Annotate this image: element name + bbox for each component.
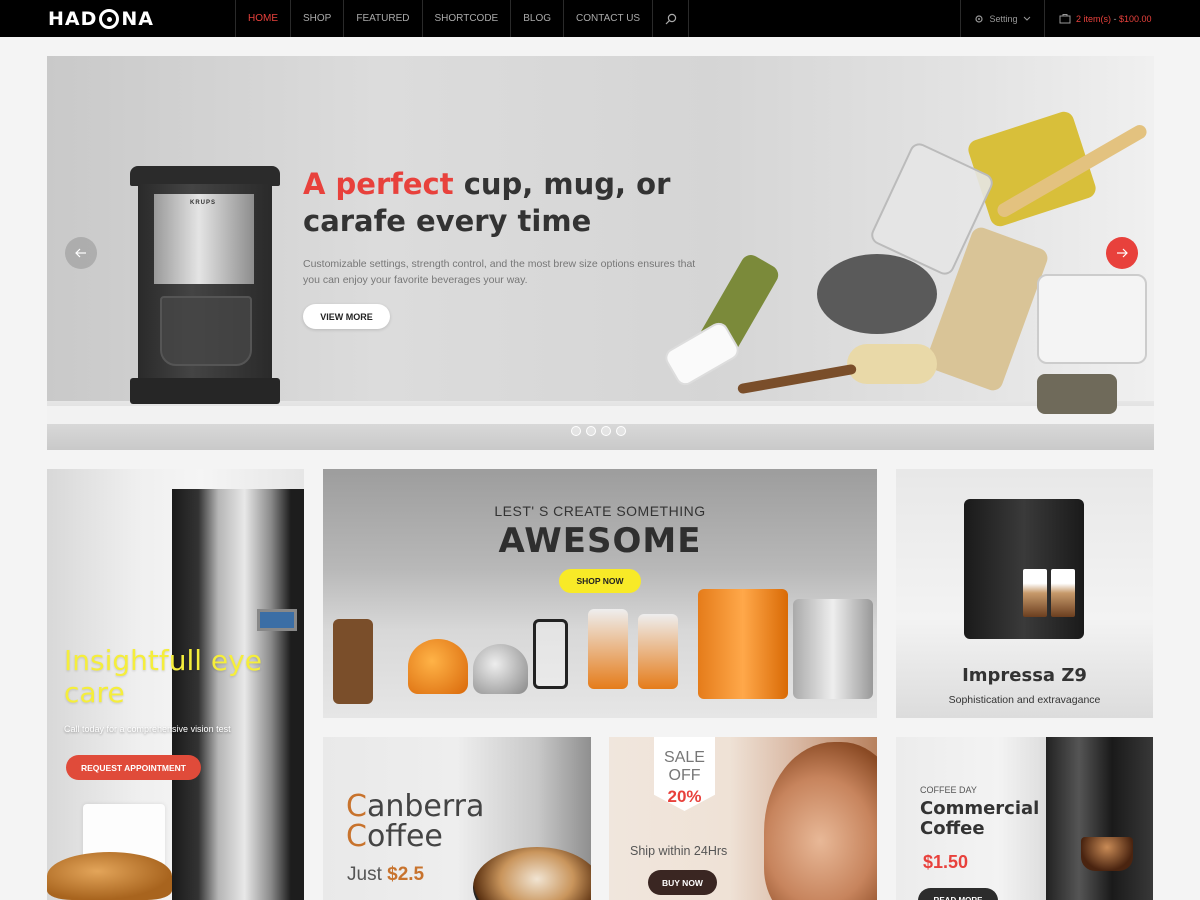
coffee-maker-image: KRUPS bbox=[130, 166, 280, 406]
kettle-image bbox=[473, 644, 528, 694]
product-brand: KRUPS bbox=[190, 200, 217, 206]
french-press-image bbox=[533, 619, 568, 689]
search-icon[interactable] bbox=[653, 0, 690, 37]
read-more-button[interactable]: READ MORE bbox=[918, 888, 998, 900]
shipping-note: Ship within 24Hrs bbox=[630, 844, 728, 858]
slider-dot[interactable] bbox=[571, 426, 581, 436]
hero-title-highlight: A perfect bbox=[303, 167, 454, 201]
banner-impressa[interactable]: Impressa Z9 Sophistication and extravaga… bbox=[896, 469, 1153, 718]
chevron-down-icon bbox=[1023, 16, 1030, 21]
cart-separator: - bbox=[1111, 13, 1120, 24]
banner-eye-care[interactable]: Insightfull eye care Call today for a co… bbox=[47, 469, 304, 900]
kitchen-items-image bbox=[657, 84, 1154, 414]
grinder-image bbox=[638, 614, 678, 689]
nav-item-shop[interactable]: SHOP bbox=[291, 0, 345, 37]
arrow-right-icon bbox=[1117, 248, 1128, 258]
arrow-left-icon bbox=[75, 248, 86, 258]
hero-title: A perfect cup, mug, or carafe every time bbox=[303, 166, 723, 240]
request-appointment-button[interactable]: REQUEST APPOINTMENT bbox=[66, 755, 201, 780]
main-nav: HOME SHOP FEATURED SHORTCODE BLOG CONTAC… bbox=[235, 0, 690, 37]
banner-title: Impressa Z9 bbox=[962, 665, 1087, 686]
banner-subtitle: Sophistication and extravagance bbox=[948, 694, 1101, 706]
cart-summary[interactable]: 2 item(s) - $100.00 bbox=[1046, 0, 1200, 37]
banner-title: AWESOME bbox=[498, 521, 702, 561]
banner-title-initial: C bbox=[346, 819, 367, 854]
banner-canberra-coffee[interactable]: Canberra Coffee Just $2.5 bbox=[323, 737, 591, 900]
croissant-image bbox=[47, 852, 172, 900]
banner-kicker: COFFEE DAY bbox=[920, 785, 977, 795]
shop-now-button[interactable]: SHOP NOW bbox=[559, 569, 641, 593]
kettle-image bbox=[408, 639, 468, 694]
buy-now-button[interactable]: BUY NOW bbox=[648, 870, 717, 895]
banner-kicker: LEST' S CREATE SOMETHING bbox=[494, 503, 706, 519]
espresso-machine-image bbox=[793, 599, 873, 699]
slider-dot[interactable] bbox=[586, 426, 596, 436]
banner-title-line-2: Coffee bbox=[346, 819, 443, 854]
cart-icon bbox=[1059, 14, 1071, 24]
banner-awesome[interactable]: LEST' S CREATE SOMETHING AWESOME SHOP NO… bbox=[323, 469, 877, 718]
espresso-machine-image bbox=[698, 589, 788, 699]
discount-percent: 20% bbox=[667, 787, 702, 806]
banner-title-rest: offee bbox=[366, 819, 443, 854]
sale-label: SALE bbox=[664, 749, 705, 766]
view-more-button[interactable]: VIEW MORE bbox=[303, 304, 390, 329]
nav-item-contact[interactable]: CONTACT US bbox=[564, 0, 654, 37]
cart-count: 2 item(s) bbox=[1076, 13, 1112, 24]
banner-commercial-coffee[interactable]: COFFEE DAY Commercial Coffee $1.50 READ … bbox=[896, 737, 1153, 900]
hero-description: Customizable settings, strength control,… bbox=[303, 258, 696, 286]
gear-icon bbox=[975, 14, 984, 23]
grinder-image bbox=[588, 609, 628, 689]
banner-subtitle: Call today for a comprehensive vision te… bbox=[64, 724, 231, 734]
price-value: $2.5 bbox=[387, 864, 425, 885]
banner-title: Insightfull eye care bbox=[64, 644, 262, 709]
slider-prev-button[interactable] bbox=[65, 237, 97, 269]
banner-sale[interactable]: SALE OFF 20% Ship within 24Hrs BUY NOW bbox=[609, 737, 877, 900]
logo[interactable]: HAD NA bbox=[48, 8, 154, 30]
slider-next-button[interactable] bbox=[1106, 237, 1138, 269]
nav-item-home[interactable]: HOME bbox=[236, 0, 291, 37]
woman-drinking-image bbox=[764, 742, 877, 900]
banner-price: Just $2.5 bbox=[347, 864, 424, 886]
latte-cup-image bbox=[473, 847, 591, 900]
nav-item-featured[interactable]: FEATURED bbox=[344, 0, 423, 37]
slider-dots bbox=[571, 426, 626, 436]
slider-dot[interactable] bbox=[601, 426, 611, 436]
banner-title: Commercial Coffee bbox=[920, 798, 1040, 839]
banner-price: $1.50 bbox=[923, 852, 969, 872]
coffee-cup-image bbox=[1081, 837, 1133, 871]
utensil-holder-image bbox=[333, 619, 373, 704]
cart-total: $100.00 bbox=[1119, 13, 1152, 24]
latte-glass-image bbox=[1023, 569, 1047, 617]
machine-display bbox=[257, 609, 297, 631]
latte-glass-image bbox=[1051, 569, 1075, 617]
price-label: Just bbox=[347, 864, 382, 885]
top-bar: HAD NA HOME SHOP FEATURED SHORTCODE BLOG… bbox=[0, 0, 1200, 37]
logo-text-start: HAD bbox=[48, 8, 98, 30]
logo-o-icon bbox=[99, 9, 120, 29]
setting-label: Setting bbox=[989, 13, 1018, 24]
setting-dropdown[interactable]: Setting bbox=[960, 0, 1045, 37]
off-label: OFF bbox=[668, 767, 701, 784]
slider-dot[interactable] bbox=[616, 426, 626, 436]
hero-slider: KRUPS A perfect cup, mug, or carafe ever… bbox=[47, 56, 1154, 450]
nav-item-blog[interactable]: BLOG bbox=[511, 0, 565, 37]
logo-text-end: NA bbox=[121, 8, 154, 30]
nav-item-shortcode[interactable]: SHORTCODE bbox=[423, 0, 512, 37]
